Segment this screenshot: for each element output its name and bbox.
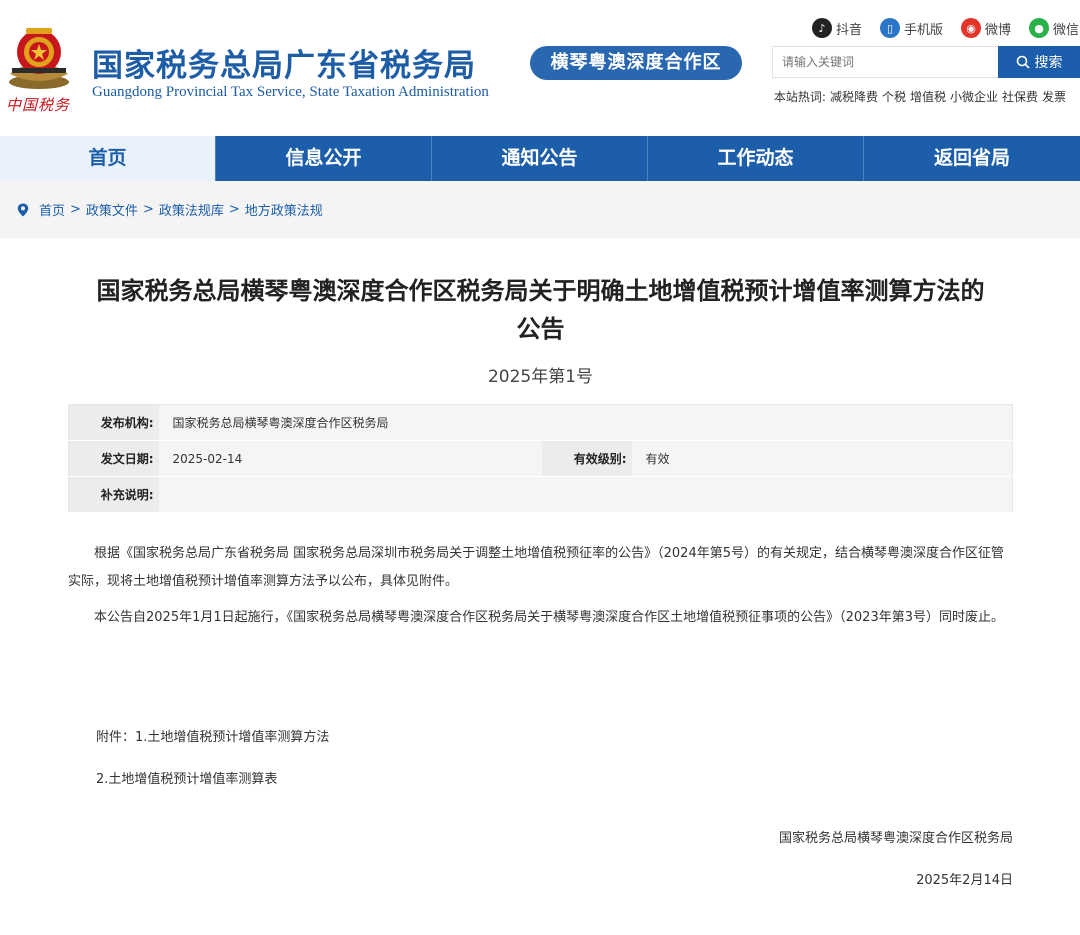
meta-label: 有效级别:	[541, 440, 632, 477]
region-badge[interactable]: 横琴粤澳深度合作区	[530, 46, 742, 80]
article-title: 国家税务总局横琴粤澳深度合作区税务局关于明确土地增值税预计增值率测算方法的 公告	[68, 272, 1013, 348]
top-links: ♪ 抖音 ▯ 手机版 ◉ 微博 ● 微信	[812, 16, 1079, 40]
tax-emblem-icon[interactable]	[4, 22, 74, 92]
meta-row: 发布机构: 国家税务总局横琴粤澳深度合作区税务局	[68, 404, 1013, 441]
hot-word[interactable]: 增值税	[910, 90, 946, 104]
breadcrumb-policy-library[interactable]: 政策法规库	[159, 200, 224, 219]
site-header: 中国税务 国家税务总局广东省税务局 Guangdong Provincial T…	[0, 0, 1080, 136]
nav-item-back-to-province[interactable]: 返回省局	[864, 136, 1080, 181]
search-icon	[1016, 55, 1030, 69]
search-button[interactable]: 搜索	[998, 46, 1080, 78]
hot-word[interactable]: 减税降费	[830, 90, 878, 104]
hot-word[interactable]: 发票	[1042, 90, 1066, 104]
meta-date: 2025-02-14	[158, 440, 542, 477]
breadcrumb-separator: >	[142, 202, 154, 217]
nav-item-notices[interactable]: 通知公告	[432, 136, 648, 181]
nav-item-home[interactable]: 首页	[0, 136, 216, 181]
top-link-mobile[interactable]: ▯ 手机版	[880, 16, 943, 40]
hot-word[interactable]: 社保费	[1002, 90, 1038, 104]
breadcrumb-bar: 首页 > 政策文件 > 政策法规库 > 地方政策法规	[0, 181, 1080, 238]
article-paragraph: 根据《国家税务总局广东省税务局 国家税务总局深圳市税务局关于调整土地增值税预征率…	[68, 546, 1004, 589]
nav-item-info-disclosure[interactable]: 信息公开	[216, 136, 432, 181]
hot-words: 本站热词: 减税降费 个税 增值税 小微企业 社保费 发票	[772, 87, 1072, 107]
search-input[interactable]	[772, 46, 998, 78]
location-pin-icon	[17, 203, 29, 216]
article-title-line: 公告	[516, 315, 565, 343]
breadcrumb: 首页 > 政策文件 > 政策法规库 > 地方政策法规	[16, 200, 323, 219]
meta-row: 补充说明:	[68, 476, 1013, 513]
site-title[interactable]: 国家税务总局广东省税务局	[92, 40, 476, 85]
meta-validity: 有效	[631, 440, 1013, 477]
hot-word[interactable]: 个税	[882, 90, 906, 104]
hot-word[interactable]: 小微企业	[950, 90, 998, 104]
breadcrumb-local-policies[interactable]: 地方政策法规	[245, 200, 323, 219]
breadcrumb-separator: >	[228, 202, 240, 217]
article-paragraph: 本公告自2025年1月1日起施行，《国家税务总局横琴粤澳深度合作区税务局关于横琴…	[94, 610, 1004, 625]
document-number: 2025年第1号	[487, 367, 594, 387]
nav-item-work-news[interactable]: 工作动态	[648, 136, 864, 181]
signature-org: 国家税务总局横琴粤澳深度合作区税务局	[778, 831, 1013, 846]
main-nav: 首页 信息公开 通知公告 工作动态 返回省局	[0, 136, 1080, 181]
meta-label: 发布机构:	[68, 404, 159, 441]
meta-publisher: 国家税务总局横琴粤澳深度合作区税务局	[158, 404, 1013, 441]
breadcrumb-separator: >	[70, 202, 81, 217]
hot-words-label: 本站热词:	[773, 90, 826, 104]
seal-text: 中国税务	[6, 96, 71, 114]
meta-label: 补充说明:	[68, 476, 159, 513]
top-link-label: 微博	[985, 22, 1012, 38]
meta-row: 发文日期: 2025-02-14 有效级别: 有效	[68, 440, 1013, 477]
top-link-wechat[interactable]: ● 微信	[1029, 16, 1079, 40]
article-title-line: 国家税务总局横琴粤澳深度合作区税务局关于明确土地增值税预计增值率测算方法的	[96, 277, 985, 305]
breadcrumb-policy-docs[interactable]: 政策文件	[86, 200, 138, 219]
meta-label: 发文日期:	[68, 440, 159, 477]
search-button-label: 搜索	[1034, 54, 1063, 70]
document-meta-table: 发布机构: 国家税务总局横琴粤澳深度合作区税务局 发文日期: 2025-02-1…	[68, 404, 1013, 513]
article-body: 根据《国家税务总局广东省税务局 国家税务总局深圳市税务局关于调整土地增值税预征率…	[68, 540, 1013, 640]
wechat-icon: ●	[1029, 18, 1050, 38]
attachment-link[interactable]: 2.土地增值税预计增值率测算表	[96, 768, 277, 787]
douyin-icon: ♪	[812, 18, 832, 38]
site-subtitle: Guangdong Provincial Tax Service, State …	[92, 84, 489, 100]
top-link-label: 抖音	[836, 22, 863, 38]
breadcrumb-home[interactable]: 首页	[39, 200, 65, 219]
mobile-icon: ▯	[880, 18, 901, 38]
signature-date: 2025年2月14日	[916, 873, 1013, 888]
top-link-label: 手机版	[904, 22, 944, 38]
weibo-icon: ◉	[961, 18, 982, 38]
top-link-douyin[interactable]: ♪ 抖音	[812, 16, 862, 40]
attachment-link[interactable]: 附件：1.土地增值税预计增值率测算方法	[96, 726, 329, 745]
meta-note	[158, 476, 1013, 513]
search-box: 搜索	[772, 46, 1080, 78]
top-link-label: 微信	[1053, 22, 1080, 38]
top-link-weibo[interactable]: ◉ 微博	[961, 16, 1011, 40]
